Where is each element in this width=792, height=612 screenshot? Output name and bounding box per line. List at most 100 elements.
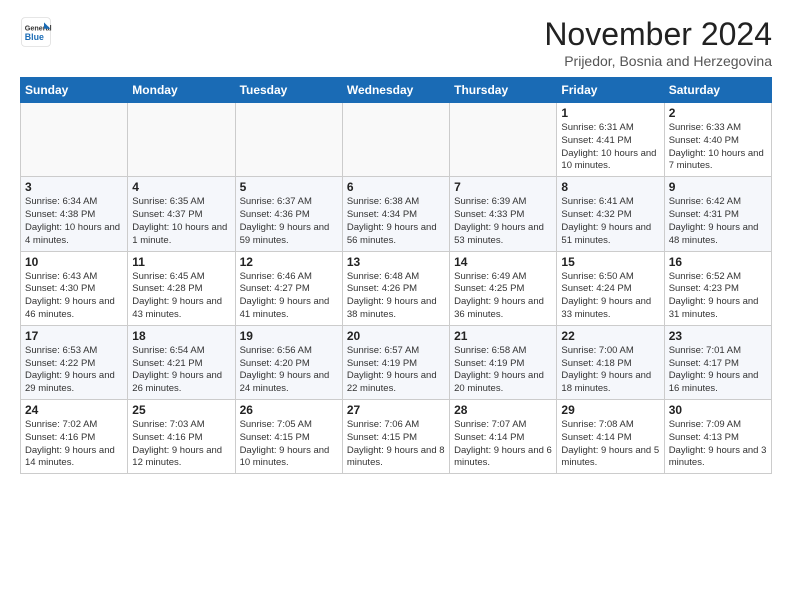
calendar-day-cell: 24 Sunrise: 7:02 AM Sunset: 4:16 PM Dayli… [21,400,128,474]
day-number: 15 [561,255,659,269]
calendar-day-cell: 11 Sunrise: 6:45 AM Sunset: 4:28 PM Dayli… [128,251,235,325]
calendar-day-cell: 3 Sunrise: 6:34 AM Sunset: 4:38 PM Daylig… [21,177,128,251]
day-info: Sunrise: 6:31 AM Sunset: 4:41 PM Dayligh… [561,122,659,173]
day-of-week-header: Monday [128,78,235,103]
calendar-day-cell: 14 Sunrise: 6:49 AM Sunset: 4:25 PM Dayli… [450,251,557,325]
day-number: 17 [25,329,123,343]
calendar-week-row: 3 Sunrise: 6:34 AM Sunset: 4:38 PM Daylig… [21,177,772,251]
day-info: Sunrise: 6:48 AM Sunset: 4:26 PM Dayligh… [347,271,445,322]
day-number: 1 [561,106,659,120]
location: Prijedor, Bosnia and Herzegovina [544,53,772,69]
day-info: Sunrise: 6:34 AM Sunset: 4:38 PM Dayligh… [25,196,123,247]
calendar-day-cell: 2Sunrise: 6:33 AM Sunset: 4:40 PM Daylig… [664,103,771,177]
calendar-day-cell: 15 Sunrise: 6:50 AM Sunset: 4:24 PM Dayli… [557,251,664,325]
day-info: Sunrise: 7:06 AM Sunset: 4:15 PM Dayligh… [347,419,445,470]
calendar-day-cell: 21Sunrise: 6:58 AM Sunset: 4:19 PM Dayli… [450,325,557,399]
day-of-week-header: Sunday [21,78,128,103]
day-info: Sunrise: 6:35 AM Sunset: 4:37 PM Dayligh… [132,196,230,247]
day-of-week-header: Friday [557,78,664,103]
calendar-day-cell: 5 Sunrise: 6:37 AM Sunset: 4:36 PM Daylig… [235,177,342,251]
day-info: Sunrise: 7:05 AM Sunset: 4:15 PM Dayligh… [240,419,338,470]
day-info: Sunrise: 6:56 AM Sunset: 4:20 PM Dayligh… [240,345,338,396]
calendar-day-cell: 20Sunrise: 6:57 AM Sunset: 4:19 PM Dayli… [342,325,449,399]
calendar-day-cell [450,103,557,177]
calendar-day-cell: 9 Sunrise: 6:42 AM Sunset: 4:31 PM Daylig… [664,177,771,251]
day-info: Sunrise: 6:41 AM Sunset: 4:32 PM Dayligh… [561,196,659,247]
day-number: 26 [240,403,338,417]
day-number: 21 [454,329,552,343]
month-title: November 2024 [544,16,772,53]
day-info: Sunrise: 6:53 AM Sunset: 4:22 PM Dayligh… [25,345,123,396]
calendar-day-cell: 16 Sunrise: 6:52 AM Sunset: 4:23 PM Dayli… [664,251,771,325]
title-block: November 2024 Prijedor, Bosnia and Herze… [544,16,772,69]
day-info: Sunrise: 6:43 AM Sunset: 4:30 PM Dayligh… [25,271,123,322]
calendar-day-cell: 28Sunrise: 7:07 AM Sunset: 4:14 PM Dayli… [450,400,557,474]
calendar-week-row: 24 Sunrise: 7:02 AM Sunset: 4:16 PM Dayli… [21,400,772,474]
day-number: 10 [25,255,123,269]
day-number: 19 [240,329,338,343]
calendar-day-cell: 6 Sunrise: 6:38 AM Sunset: 4:34 PM Daylig… [342,177,449,251]
calendar-week-row: 17 Sunrise: 6:53 AM Sunset: 4:22 PM Dayli… [21,325,772,399]
calendar-day-cell: 13Sunrise: 6:48 AM Sunset: 4:26 PM Dayli… [342,251,449,325]
day-number: 6 [347,180,445,194]
calendar-day-cell: 23 Sunrise: 7:01 AM Sunset: 4:17 PM Dayli… [664,325,771,399]
calendar-day-cell: 22Sunrise: 7:00 AM Sunset: 4:18 PM Dayli… [557,325,664,399]
day-number: 3 [25,180,123,194]
header: General Blue November 2024 Prijedor, Bos… [20,16,772,69]
day-number: 22 [561,329,659,343]
day-number: 11 [132,255,230,269]
calendar-day-cell: 27 Sunrise: 7:06 AM Sunset: 4:15 PM Dayli… [342,400,449,474]
day-info: Sunrise: 6:52 AM Sunset: 4:23 PM Dayligh… [669,271,767,322]
calendar-day-cell: 10 Sunrise: 6:43 AM Sunset: 4:30 PM Dayli… [21,251,128,325]
calendar-day-cell [128,103,235,177]
day-number: 24 [25,403,123,417]
svg-text:Blue: Blue [25,32,44,42]
logo-icon: General Blue [20,16,52,48]
calendar-day-cell: 25 Sunrise: 7:03 AM Sunset: 4:16 PM Dayli… [128,400,235,474]
day-number: 25 [132,403,230,417]
day-info: Sunrise: 6:49 AM Sunset: 4:25 PM Dayligh… [454,271,552,322]
day-number: 9 [669,180,767,194]
day-info: Sunrise: 6:39 AM Sunset: 4:33 PM Dayligh… [454,196,552,247]
day-info: Sunrise: 7:03 AM Sunset: 4:16 PM Dayligh… [132,419,230,470]
day-of-week-header: Thursday [450,78,557,103]
day-info: Sunrise: 7:07 AM Sunset: 4:14 PM Dayligh… [454,419,552,470]
calendar-day-cell: 29 Sunrise: 7:08 AM Sunset: 4:14 PM Dayli… [557,400,664,474]
day-number: 2 [669,106,767,120]
day-of-week-header: Tuesday [235,78,342,103]
calendar-week-row: 10 Sunrise: 6:43 AM Sunset: 4:30 PM Dayli… [21,251,772,325]
calendar-day-cell [235,103,342,177]
day-number: 14 [454,255,552,269]
calendar-day-cell [21,103,128,177]
logo: General Blue [20,16,52,48]
calendar-table: SundayMondayTuesdayWednesdayThursdayFrid… [20,77,772,474]
day-number: 12 [240,255,338,269]
day-info: Sunrise: 7:09 AM Sunset: 4:13 PM Dayligh… [669,419,767,470]
calendar-day-cell: 17 Sunrise: 6:53 AM Sunset: 4:22 PM Dayli… [21,325,128,399]
calendar-day-cell: 8Sunrise: 6:41 AM Sunset: 4:32 PM Daylig… [557,177,664,251]
day-info: Sunrise: 7:01 AM Sunset: 4:17 PM Dayligh… [669,345,767,396]
day-info: Sunrise: 6:37 AM Sunset: 4:36 PM Dayligh… [240,196,338,247]
day-info: Sunrise: 6:38 AM Sunset: 4:34 PM Dayligh… [347,196,445,247]
calendar-body: 1 Sunrise: 6:31 AM Sunset: 4:41 PM Daylig… [21,103,772,474]
day-info: Sunrise: 6:50 AM Sunset: 4:24 PM Dayligh… [561,271,659,322]
day-number: 23 [669,329,767,343]
calendar-day-cell: 30Sunrise: 7:09 AM Sunset: 4:13 PM Dayli… [664,400,771,474]
day-info: Sunrise: 7:02 AM Sunset: 4:16 PM Dayligh… [25,419,123,470]
day-info: Sunrise: 7:08 AM Sunset: 4:14 PM Dayligh… [561,419,659,470]
day-number: 29 [561,403,659,417]
day-number: 20 [347,329,445,343]
calendar-day-cell: 7Sunrise: 6:39 AM Sunset: 4:33 PM Daylig… [450,177,557,251]
day-info: Sunrise: 6:42 AM Sunset: 4:31 PM Dayligh… [669,196,767,247]
day-info: Sunrise: 6:46 AM Sunset: 4:27 PM Dayligh… [240,271,338,322]
calendar-day-cell: 26 Sunrise: 7:05 AM Sunset: 4:15 PM Dayli… [235,400,342,474]
day-number: 27 [347,403,445,417]
day-of-week-header: Saturday [664,78,771,103]
day-number: 5 [240,180,338,194]
calendar-day-cell [342,103,449,177]
day-number: 16 [669,255,767,269]
page: General Blue November 2024 Prijedor, Bos… [0,0,792,490]
calendar-header-row: SundayMondayTuesdayWednesdayThursdayFrid… [21,78,772,103]
day-info: Sunrise: 6:45 AM Sunset: 4:28 PM Dayligh… [132,271,230,322]
day-number: 4 [132,180,230,194]
